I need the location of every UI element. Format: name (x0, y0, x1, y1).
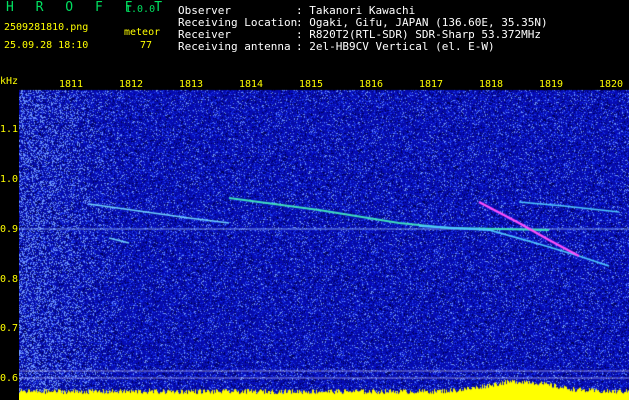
antenna-value: : 2el-HB9CV Vertical (el. E-W) (296, 40, 495, 53)
file-datetime: 25.09.28 18:10 (4, 40, 89, 51)
x-tick-label: 1820 (599, 79, 624, 90)
y-tick-label: 0.9 (0, 224, 19, 235)
y-unit-label: kHz (0, 76, 19, 87)
x-tick-label: 1817 (419, 79, 444, 90)
x-tick-label: 1819 (539, 79, 564, 90)
x-tick-label: 1811 (59, 79, 84, 90)
count-value: 77 (140, 40, 153, 51)
y-tick-label: 1.0 (0, 174, 19, 185)
x-tick-label: 1814 (239, 79, 264, 90)
antenna-label: Receiving antenna (178, 40, 291, 53)
y-tick-label: 0.7 (0, 323, 19, 334)
y-tick-label: 0.8 (0, 274, 19, 285)
file-name: 2509281810.png (4, 22, 89, 33)
x-tick-label: 1813 (179, 79, 204, 90)
x-tick-label: 1812 (119, 79, 144, 90)
x-tick-label: 1815 (299, 79, 324, 90)
y-tick-label: 1.1 (0, 124, 19, 135)
y-tick-label: 0.6 (0, 373, 19, 384)
count-label: meteor (124, 27, 161, 38)
x-tick-label: 1818 (479, 79, 504, 90)
header-panel: H R O F F T 1.0.0 2509281810.png 25.09.2… (0, 0, 629, 78)
app-version: 1.0.0 (125, 4, 156, 15)
x-tick-label: 1816 (359, 79, 384, 90)
spectrogram-plot (19, 78, 629, 400)
